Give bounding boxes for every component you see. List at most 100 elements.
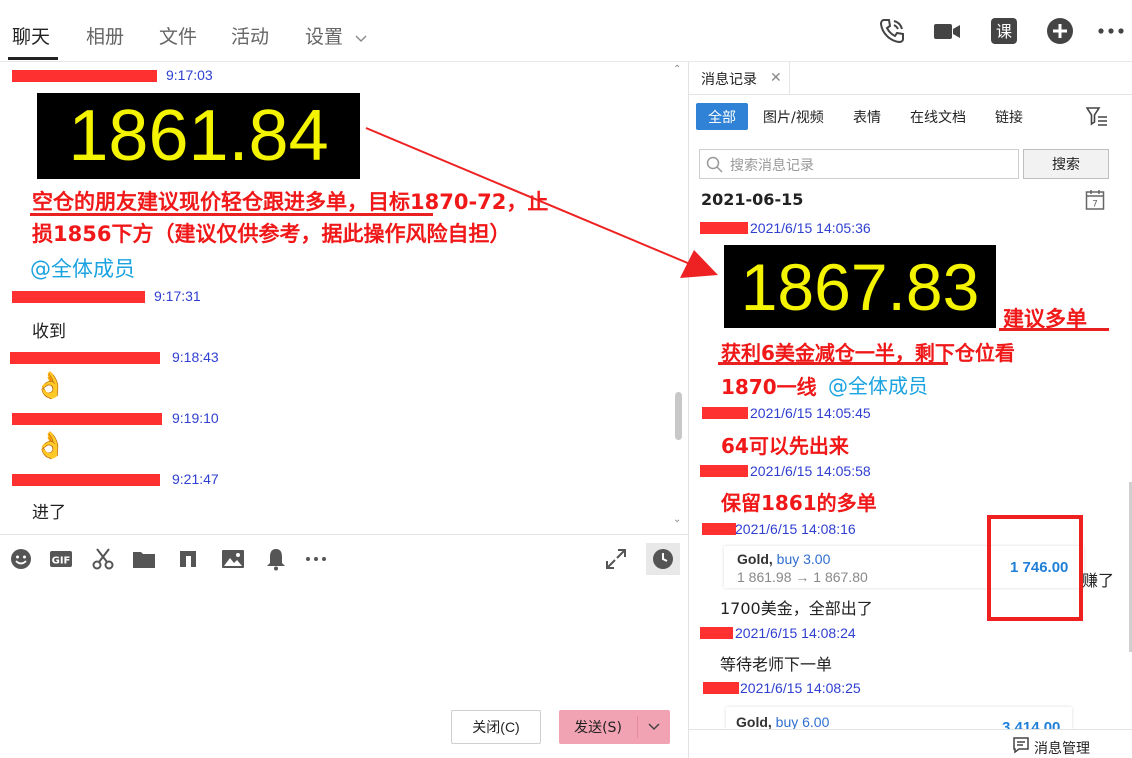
image-icon[interactable] <box>221 547 245 571</box>
more-tools-icon[interactable] <box>304 547 328 571</box>
calendar-icon[interactable]: 7 <box>1085 189 1105 211</box>
history-toggle-button[interactable] <box>646 543 680 575</box>
tab-chat[interactable]: 聊天 <box>12 22 50 49</box>
redacted-sender <box>700 465 748 477</box>
redacted-sender <box>12 291 145 303</box>
history-text-suffix: 赚了 <box>1082 571 1115 590</box>
phone-icon[interactable] <box>877 16 907 46</box>
card-symbol-text: Gold, <box>737 551 773 567</box>
annotation-underline <box>30 213 433 216</box>
filter-docs[interactable]: 在线文档 <box>910 103 966 130</box>
redacted-sender <box>12 70 157 82</box>
card-buy-volume: buy 3.00 <box>776 551 831 567</box>
price-display-image[interactable]: 1861.84 <box>37 93 360 179</box>
send-button[interactable]: 发送(S) <box>559 710 670 744</box>
redacted-sender <box>700 222 748 234</box>
input-toolbar: GIF <box>0 534 688 582</box>
tab-active-indicator <box>8 57 58 60</box>
search-placeholder: 搜索消息记录 <box>730 158 814 174</box>
svg-text:课: 课 <box>996 22 1012 41</box>
message-time: 9:19:10 <box>172 410 219 426</box>
emoji-icon[interactable] <box>9 547 33 571</box>
message-time: 9:18:43 <box>172 349 219 365</box>
search-button[interactable]: 搜索 <box>1023 149 1109 179</box>
annotation-underline <box>999 328 1109 331</box>
tab-settings-label: 设置 <box>305 26 344 48</box>
filter-all[interactable]: 全部 <box>696 103 748 130</box>
gif-icon[interactable]: GIF <box>49 547 73 571</box>
video-call-icon[interactable] <box>932 16 962 46</box>
history-text: 等待老师下一单 <box>720 655 833 674</box>
expand-icon[interactable] <box>604 547 628 571</box>
history-time: 2021/6/15 14:05:45 <box>750 405 871 421</box>
folder-icon[interactable] <box>132 547 156 571</box>
history-time: 2021/6/15 14:05:36 <box>750 220 871 236</box>
ok-hand-emoji: 👌 <box>34 431 67 461</box>
redacted-sender <box>12 474 160 486</box>
svg-text:GIF: GIF <box>52 556 71 567</box>
filter-links[interactable]: 链接 <box>995 103 1023 130</box>
history-panel: 消息记录 ✕ 全部 图片/视频 表情 在线文档 链接 搜索消息记录 搜索 202… <box>689 62 1132 758</box>
ok-hand-emoji: 👌 <box>34 371 67 401</box>
history-text: 保留1861的多单 <box>721 491 877 515</box>
card-symbol-text: Gold, <box>736 714 772 729</box>
redacted-sender <box>703 682 739 694</box>
message-manage-icon[interactable] <box>1012 736 1030 754</box>
trade-card[interactable]: Gold, buy 6.00 3 414.00 <box>726 707 1072 729</box>
search-icon <box>706 156 723 173</box>
history-time: 2021/6/15 14:08:16 <box>735 521 856 537</box>
scissors-icon[interactable] <box>91 547 115 571</box>
tab-files[interactable]: 文件 <box>159 22 197 49</box>
mention-all[interactable]: @全体成员 <box>30 253 135 283</box>
filter-media[interactable]: 图片/视频 <box>763 103 824 130</box>
message-text-line2: 损1856下方（建议仅供参考，据此操作风险自担） <box>32 222 511 246</box>
history-tab[interactable]: 消息记录 <box>701 69 757 89</box>
close-button[interactable]: 关闭(C) <box>451 710 541 744</box>
chat-scrollbar-thumb[interactable] <box>675 392 682 440</box>
close-tab-icon[interactable]: ✕ <box>770 70 782 86</box>
send-button-divider <box>637 716 638 738</box>
message-time: 9:17:31 <box>154 288 201 304</box>
card-profit: 3 414.00 <box>1002 719 1061 729</box>
filter-stickers[interactable]: 表情 <box>853 103 881 130</box>
course-icon[interactable]: 课 <box>989 16 1019 46</box>
history-search-input[interactable]: 搜索消息记录 <box>699 149 1019 179</box>
tab-album[interactable]: 相册 <box>86 22 124 49</box>
message-text: 收到 <box>32 322 66 342</box>
more-icon[interactable] <box>1096 16 1126 46</box>
top-bar: 聊天 相册 文件 活动 设置 课 <box>0 0 1132 62</box>
history-time: 2021/6/15 14:08:25 <box>740 680 861 696</box>
filter-settings-icon[interactable] <box>1086 106 1108 128</box>
price-value: 1861.84 <box>68 96 329 176</box>
price-display-image[interactable]: 1867.83 <box>724 245 996 328</box>
card-price-range: 1 861.98 → 1 867.80 <box>737 569 868 585</box>
mention-all[interactable]: @全体成员 <box>828 370 928 399</box>
card-symbol: Gold, buy 6.00 <box>736 714 829 729</box>
music-icon[interactable] <box>176 547 200 571</box>
date-header: 2021-06-15 <box>701 190 804 209</box>
history-footer: 消息管理 <box>689 729 1132 758</box>
app-window: 聊天 相册 文件 活动 设置 课 9:17:03 1861.84 空仓的朋友建议… <box>0 0 1132 758</box>
redacted-sender <box>702 523 736 535</box>
chevron-down-icon <box>355 35 367 42</box>
tab-activity[interactable]: 活动 <box>231 22 269 49</box>
svg-text:7: 7 <box>1092 200 1098 210</box>
message-text: 空仓的朋友建议现价轻仓跟进多单，目标1870-72，止 <box>32 190 549 214</box>
price-value: 1867.83 <box>740 249 980 324</box>
chat-scrollbar-track[interactable] <box>672 132 682 534</box>
chat-message-area[interactable]: 9:17:03 1861.84 空仓的朋友建议现价轻仓跟进多单，目标1870-7… <box>0 62 688 534</box>
tab-settings[interactable]: 设置 <box>305 22 367 49</box>
message-text: 进了 <box>32 503 66 523</box>
add-icon[interactable] <box>1045 16 1075 46</box>
card-buy-volume: buy 6.00 <box>775 714 830 729</box>
message-time: 9:21:47 <box>172 471 219 487</box>
clock-icon <box>653 549 673 569</box>
bell-icon[interactable] <box>264 547 288 571</box>
scroll-up-icon[interactable]: ⌃ <box>673 64 681 75</box>
history-text: 64可以先出来 <box>721 434 849 458</box>
history-text-line2: 1870一线 <box>721 375 817 399</box>
tab-separator <box>789 62 790 95</box>
scroll-down-icon[interactable]: ⌄ <box>673 514 681 525</box>
message-manage-link[interactable]: 消息管理 <box>1034 738 1090 758</box>
send-options-chevron-icon[interactable] <box>641 710 667 744</box>
